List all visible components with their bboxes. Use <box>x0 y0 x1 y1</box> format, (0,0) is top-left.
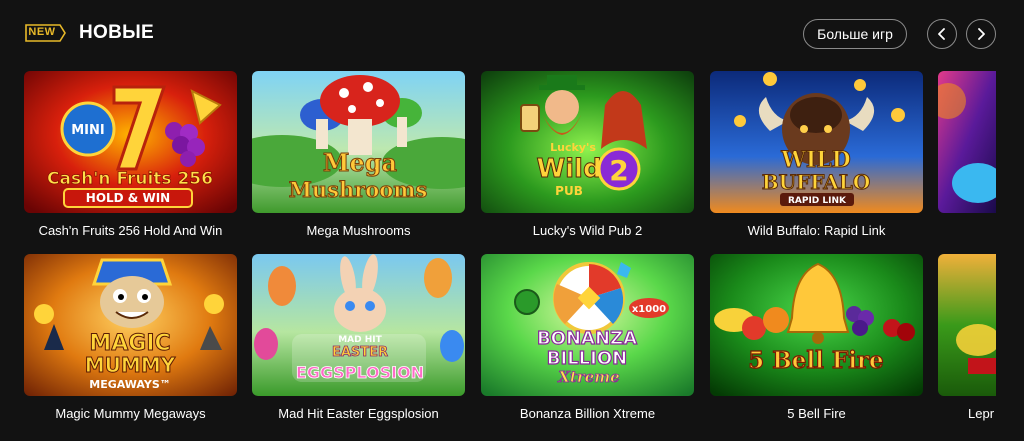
game-card[interactable]: Mega Mushrooms Mega Mushrooms <box>252 71 465 245</box>
game-art-mega-mushrooms: Mega Mushrooms <box>252 71 465 213</box>
chevron-left-icon <box>938 28 945 40</box>
game-title[interactable]: Wild Buffalo: Rapid Link <box>710 223 923 238</box>
game-thumbnail[interactable] <box>938 71 996 213</box>
game-art-5-bell-fire: 5 Bell Fire <box>710 254 923 396</box>
art-line2: HOLD & WIN <box>86 191 170 205</box>
game-thumbnail[interactable]: x1000 BONANZA BILLION Xtreme <box>481 254 694 396</box>
game-card[interactable]: MINI Cash'n Fruits 256 HOLD & WIN Cash'n… <box>24 71 237 245</box>
prev-button[interactable] <box>927 19 957 49</box>
game-card[interactable]: x1000 BONANZA BILLION Xtreme Bonanza Bil… <box>481 254 694 428</box>
game-art-magic-mummy: MAGIC MUMMY MEGAWAYS™ <box>24 254 237 396</box>
game-thumbnail[interactable]: MAD HIT EASTER EGGSPLOSION <box>252 254 465 396</box>
game-thumbnail[interactable]: WILD BUFFALO RAPID LINK <box>710 71 923 213</box>
art-line1: 5 Bell Fire <box>748 347 883 374</box>
art-line2: BUFFALO <box>762 170 871 194</box>
game-card[interactable]: WILD BUFFALO RAPID LINK Wild Buffalo: Ra… <box>710 71 923 245</box>
game-thumbnail[interactable] <box>938 254 996 396</box>
art-line1: Lucky's <box>550 141 596 154</box>
game-title[interactable]: Lepr <box>968 406 994 421</box>
art-number: 2 <box>609 154 628 187</box>
game-card[interactable]: Lucky's Wild 2 PUB Lucky's Wild Pub 2 <box>481 71 694 245</box>
game-thumbnail[interactable]: MINI Cash'n Fruits 256 HOLD & WIN <box>24 71 237 213</box>
game-art-luckys-wild-pub: Lucky's Wild 2 PUB <box>481 71 694 213</box>
art-line2: EASTER <box>332 345 388 360</box>
game-thumbnail[interactable]: Lucky's Wild 2 PUB <box>481 71 694 213</box>
art-line1: BONANZA <box>537 328 637 349</box>
art-line2: MUMMY <box>85 353 176 377</box>
art-line2: Wild <box>536 154 601 184</box>
game-card-partial[interactable]: Lepr <box>938 254 996 428</box>
game-thumbnail[interactable]: 5 Bell Fire <box>710 254 923 396</box>
game-title[interactable]: Bonanza Billion Xtreme <box>481 406 694 421</box>
chevron-right-icon <box>978 28 985 40</box>
game-thumbnail[interactable]: Mega Mushrooms <box>252 71 465 213</box>
more-games-button[interactable]: Больше игр <box>803 19 907 49</box>
section-header: NEW НОВЫЕ Больше игр <box>0 0 1024 70</box>
new-badge-text: NEW <box>28 26 56 38</box>
game-card[interactable]: MAD HIT EASTER EGGSPLOSION Mad Hit Easte… <box>252 254 465 428</box>
section-title: НОВЫЕ <box>79 22 154 43</box>
game-art-partial <box>938 71 996 213</box>
next-button[interactable] <box>966 19 996 49</box>
art-line1: Cash'n Fruits 256 <box>47 169 213 189</box>
game-title[interactable]: Cash'n Fruits 256 Hold And Win <box>24 223 237 238</box>
game-card[interactable]: 5 Bell Fire 5 Bell Fire <box>710 254 923 428</box>
game-card[interactable]: MAGIC MUMMY MEGAWAYS™ Magic Mummy Megawa… <box>24 254 237 428</box>
art-line1: Mega <box>323 148 397 177</box>
game-thumbnail[interactable]: MAGIC MUMMY MEGAWAYS™ <box>24 254 237 396</box>
game-title[interactable]: 5 Bell Fire <box>710 406 923 421</box>
game-art-partial <box>938 254 996 396</box>
art-line1: MAD HIT <box>338 335 382 345</box>
game-title[interactable]: Magic Mummy Megaways <box>24 406 237 421</box>
art-mini-text: MINI <box>71 123 105 138</box>
new-badge: NEW <box>24 23 66 43</box>
art-line3: EGGSPLOSION <box>296 363 424 382</box>
art-line3: MEGAWAYS™ <box>89 378 171 391</box>
art-badge: x1000 <box>632 304 666 315</box>
art-line2: Mushrooms <box>289 177 428 202</box>
game-title[interactable]: Mega Mushrooms <box>252 223 465 238</box>
game-art-easter-eggsplosion: MAD HIT EASTER EGGSPLOSION <box>252 254 465 396</box>
art-line3: PUB <box>555 184 583 198</box>
game-art-bonanza-billion: x1000 BONANZA BILLION Xtreme <box>481 254 694 396</box>
game-art-cashn-fruits: MINI Cash'n Fruits 256 HOLD & WIN <box>24 71 237 213</box>
art-line3: Xtreme <box>557 368 619 386</box>
game-art-wild-buffalo: WILD BUFFALO RAPID LINK <box>710 71 923 213</box>
art-line2: BILLION <box>547 348 627 369</box>
game-title[interactable]: Lucky's Wild Pub 2 <box>481 223 694 238</box>
art-line3: RAPID LINK <box>788 196 847 206</box>
game-title[interactable]: Mad Hit Easter Eggsplosion <box>252 406 465 421</box>
game-card-partial[interactable] <box>938 71 996 245</box>
